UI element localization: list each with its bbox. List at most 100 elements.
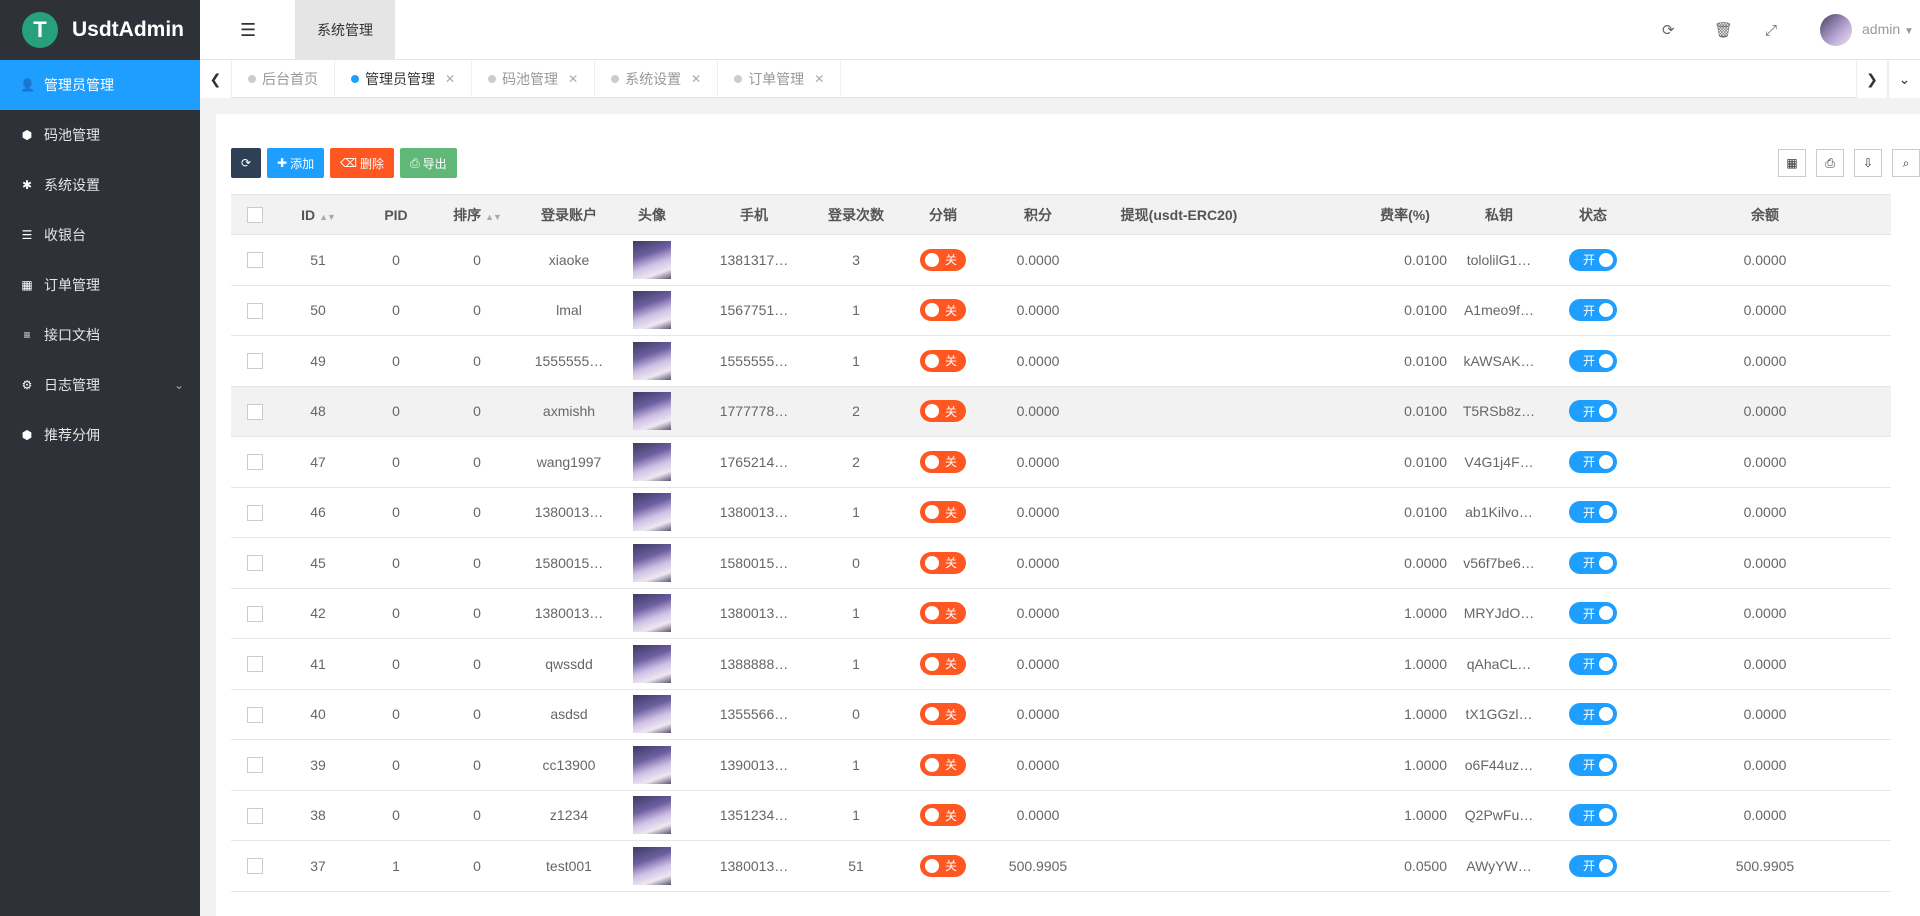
avatar[interactable] bbox=[633, 695, 671, 734]
status-toggle[interactable]: 开 bbox=[1569, 854, 1617, 877]
distribution-toggle[interactable]: 关 bbox=[920, 652, 966, 675]
table-row[interactable]: 51 0 0 xiaoke 1381317… 3 关 0.0000 0.0100 tololilG… bbox=[231, 234, 1891, 286]
sidebar-item-7[interactable]: ⬢ 推荐分佣 bbox=[0, 410, 200, 460]
avatar[interactable] bbox=[633, 392, 671, 431]
distribution-toggle[interactable]: 关 bbox=[920, 248, 966, 271]
row-checkbox[interactable] bbox=[247, 302, 263, 319]
table-row[interactable]: 39 0 0 cc13900 1390013… 1 关 0.0000 1.0000 o6F44uz… bbox=[231, 739, 1891, 791]
table-row[interactable]: 50 0 0 lmal 1567751… 1 关 0.0000 0.0100 A1meo9f… 开 0… bbox=[231, 285, 1891, 336]
logo[interactable]: T UsdtAdmin bbox=[0, 0, 200, 60]
tab-2[interactable]: 码池管理 ✕ bbox=[472, 60, 596, 98]
status-toggle[interactable]: 开 bbox=[1569, 299, 1617, 322]
avatar[interactable] bbox=[633, 745, 671, 784]
table-row[interactable]: 41 0 0 qwssdd 1388888… 1 关 0.0000 1.0000 qAhaCL… 开… bbox=[231, 638, 1891, 690]
table-row[interactable]: 42 0 0 1380013… 1380013… 1 关 0.0000 1.0000 MRYJdO… bbox=[231, 588, 1891, 639]
table-row[interactable]: 47 0 0 wang1997 1765214… 2 关 0.0000 0.0100 V4G1j4… bbox=[231, 436, 1891, 488]
add-button[interactable]: ✚ 添加 bbox=[267, 148, 325, 178]
user-menu[interactable]: admin ▼ bbox=[1862, 21, 1914, 37]
avatar[interactable] bbox=[633, 291, 671, 330]
tab-0[interactable]: 后台首页 bbox=[232, 60, 335, 98]
row-checkbox[interactable] bbox=[247, 353, 263, 370]
status-toggle[interactable]: 开 bbox=[1569, 248, 1617, 271]
status-toggle[interactable]: 开 bbox=[1569, 349, 1617, 372]
table-row[interactable]: 49 0 0 1555555… 1555555… 1 关 0.0000 0.0100 kAWSAK… bbox=[231, 335, 1891, 387]
sort-icon[interactable]: ▲▼ bbox=[485, 212, 502, 222]
avatar[interactable] bbox=[633, 846, 671, 885]
refresh-icon[interactable]: ⟳ bbox=[1662, 0, 1675, 60]
distribution-toggle[interactable]: 关 bbox=[920, 804, 966, 827]
avatar[interactable] bbox=[633, 796, 671, 835]
avatar[interactable] bbox=[633, 442, 671, 481]
menu-toggle-icon[interactable]: ☰ bbox=[240, 20, 256, 41]
tab-scroll-right-icon[interactable]: ❯ bbox=[1856, 60, 1888, 98]
row-checkbox[interactable] bbox=[247, 807, 263, 824]
table-row[interactable]: 48 0 0 axmishh 1777778… 2 关 0.0000 0.0100 T5RSb8z… bbox=[231, 386, 1891, 437]
distribution-toggle[interactable]: 关 bbox=[920, 551, 966, 574]
system-tab[interactable]: 系统管理 bbox=[295, 0, 395, 60]
close-icon[interactable]: ✕ bbox=[568, 72, 578, 86]
status-toggle[interactable]: 开 bbox=[1569, 501, 1617, 524]
sidebar-item-4[interactable]: ▦ 订单管理 bbox=[0, 260, 200, 310]
status-toggle[interactable]: 开 bbox=[1569, 450, 1617, 473]
refresh-button[interactable]: ⟳ bbox=[231, 148, 261, 178]
distribution-toggle[interactable]: 关 bbox=[920, 501, 966, 524]
close-icon[interactable]: ✕ bbox=[445, 72, 455, 86]
columns-icon[interactable]: ▦ bbox=[1778, 149, 1806, 177]
row-checkbox[interactable] bbox=[247, 757, 263, 774]
export-button[interactable]: ⎙ 导出 bbox=[400, 148, 457, 178]
row-checkbox[interactable] bbox=[247, 656, 263, 673]
status-toggle[interactable]: 开 bbox=[1569, 804, 1617, 827]
avatar[interactable] bbox=[633, 644, 671, 683]
tab-1[interactable]: 管理员管理 ✕ bbox=[335, 60, 473, 98]
distribution-toggle[interactable]: 关 bbox=[920, 753, 966, 776]
status-toggle[interactable]: 开 bbox=[1569, 652, 1617, 675]
table-row[interactable]: 40 0 0 asdsd 1355566… 0 关 0.0000 1.0000 tX1GGzl… 开… bbox=[231, 689, 1891, 740]
column-header[interactable]: ID ▲▼ bbox=[279, 194, 357, 235]
status-toggle[interactable]: 开 bbox=[1569, 703, 1617, 726]
row-checkbox[interactable] bbox=[247, 605, 263, 622]
avatar[interactable] bbox=[1820, 14, 1852, 46]
distribution-toggle[interactable]: 关 bbox=[920, 349, 966, 372]
avatar[interactable] bbox=[633, 341, 671, 380]
print-icon[interactable]: ⎙ bbox=[1816, 149, 1844, 177]
search-icon[interactable]: ⌕ bbox=[1892, 149, 1920, 177]
status-toggle[interactable]: 开 bbox=[1569, 551, 1617, 574]
sidebar-item-1[interactable]: ⬢ 码池管理 bbox=[0, 110, 200, 160]
row-checkbox[interactable] bbox=[247, 504, 263, 521]
distribution-toggle[interactable]: 关 bbox=[920, 299, 966, 322]
sidebar-item-3[interactable]: ☰ 收银台 bbox=[0, 210, 200, 260]
table-row[interactable]: 45 0 0 1580015… 1580015… 0 关 0.0000 0.0000 v56f7b… bbox=[231, 537, 1891, 589]
close-icon[interactable]: ✕ bbox=[691, 72, 701, 86]
tab-4[interactable]: 订单管理 ✕ bbox=[718, 60, 842, 98]
distribution-toggle[interactable]: 关 bbox=[920, 602, 966, 625]
row-checkbox[interactable] bbox=[247, 403, 263, 420]
table-row[interactable]: 38 0 0 z1234 1351234… 1 关 0.0000 1.0000 Q2PwFu… 开 0… bbox=[231, 790, 1891, 841]
select-all-checkbox[interactable] bbox=[247, 207, 263, 224]
status-toggle[interactable]: 开 bbox=[1569, 400, 1617, 423]
tab-scroll-left-icon[interactable]: ❮ bbox=[200, 60, 232, 98]
sort-icon[interactable]: ▲▼ bbox=[319, 212, 336, 222]
distribution-toggle[interactable]: 关 bbox=[920, 703, 966, 726]
row-checkbox[interactable] bbox=[247, 454, 263, 471]
column-header[interactable]: 排序 ▲▼ bbox=[435, 194, 519, 235]
status-toggle[interactable]: 开 bbox=[1569, 602, 1617, 625]
avatar[interactable] bbox=[633, 543, 671, 582]
tab-3[interactable]: 系统设置 ✕ bbox=[595, 60, 719, 98]
sidebar-item-6[interactable]: ⚙ 日志管理 ⌄ bbox=[0, 360, 200, 410]
row-checkbox[interactable] bbox=[247, 252, 263, 269]
delete-button[interactable]: ⌫ 删除 bbox=[330, 148, 395, 178]
close-icon[interactable]: ✕ bbox=[814, 72, 824, 86]
distribution-toggle[interactable]: 关 bbox=[920, 450, 966, 473]
row-checkbox[interactable] bbox=[247, 706, 263, 723]
fullscreen-icon[interactable]: ⤢ bbox=[1765, 0, 1777, 60]
table-row[interactable]: 37 1 0 test001 1380013… 51 关 500.9905 0.0500 AWyY… bbox=[231, 840, 1891, 892]
export-icon[interactable]: ⇩ bbox=[1854, 149, 1882, 177]
distribution-toggle[interactable]: 关 bbox=[920, 854, 966, 877]
avatar[interactable] bbox=[633, 594, 671, 633]
row-checkbox[interactable] bbox=[247, 858, 263, 875]
sidebar-item-0[interactable]: 👤 管理员管理 bbox=[0, 60, 200, 110]
distribution-toggle[interactable]: 关 bbox=[920, 400, 966, 423]
status-toggle[interactable]: 开 bbox=[1569, 753, 1617, 776]
avatar[interactable] bbox=[633, 493, 671, 532]
avatar[interactable] bbox=[633, 240, 671, 279]
